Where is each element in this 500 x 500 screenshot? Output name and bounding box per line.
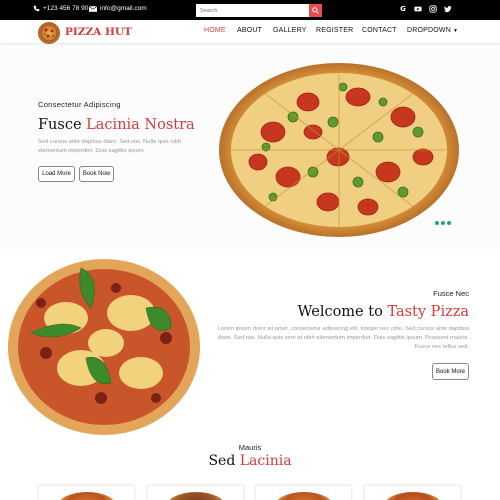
phone-contact[interactable]: +123 456 78 90 <box>33 5 88 12</box>
menu-card[interactable] <box>38 485 135 500</box>
nav-item-about[interactable]: ABOUT <box>237 27 262 34</box>
nav-item-register[interactable]: REGISTER <box>316 27 353 34</box>
slider-dots <box>435 221 451 225</box>
hero-title: Fusce Lacinia Nostra <box>38 117 195 133</box>
section-title-plain: Sed <box>208 453 240 469</box>
book-now-button[interactable]: Book Now <box>79 166 114 182</box>
hero-title-accent: Lacinia Nostra <box>86 117 195 133</box>
envelope-icon <box>89 5 97 12</box>
social-links: G <box>399 5 452 13</box>
search-icon <box>312 7 319 14</box>
caret-down-icon: ▼ <box>453 28 459 34</box>
nav-item-gallery[interactable]: GALLERY <box>273 27 307 34</box>
hero-kicker: Consectetur Adipiscing <box>38 100 121 109</box>
load-more-button[interactable]: Load More <box>38 166 75 182</box>
pizza-logo-icon[interactable] <box>38 22 60 44</box>
welcome-description: Lorem ipsum dolor sit amet, consectetur … <box>217 326 469 350</box>
welcome-title: Welcome to Tasty Pizza <box>298 304 469 320</box>
welcome-kicker: Fusce Nec <box>433 289 469 298</box>
hero-title-plain: Fusce <box>38 117 87 133</box>
search-bar <box>196 4 322 17</box>
nav-item-dropdown[interactable]: DROPDOWN ▼ <box>407 27 458 34</box>
brand-name[interactable]: PIZZA HUT <box>65 26 132 38</box>
menu-card[interactable] <box>147 485 244 500</box>
phone-icon <box>33 5 40 12</box>
pizza-thumbnail <box>57 492 117 500</box>
search-button[interactable] <box>309 4 322 17</box>
google-icon[interactable]: G <box>399 5 407 13</box>
margherita-pizza-image <box>8 259 200 435</box>
top-bar: +123 456 78 90 info@gmail.com G <box>0 0 500 20</box>
pizza-thumbnail <box>274 492 334 500</box>
email-address: info@gmail.com <box>100 5 147 12</box>
menu-card[interactable] <box>364 485 461 500</box>
nav-item-home[interactable]: HOME <box>204 27 226 34</box>
instagram-icon[interactable] <box>429 5 437 13</box>
slider-dot[interactable] <box>447 221 451 225</box>
section-title: Sed Lacinia <box>0 453 500 469</box>
main-navbar: PIZZA HUT HOME ABOUT GALLERY REGISTER CO… <box>0 20 500 44</box>
search-input[interactable] <box>196 4 309 17</box>
welcome-title-plain: Welcome to <box>297 304 388 320</box>
email-contact[interactable]: info@gmail.com <box>89 5 147 12</box>
hero-description: Sed cursus ante dapibus diam. Sed nisi. … <box>38 139 182 154</box>
pizza-thumbnail <box>383 492 443 500</box>
youtube-icon[interactable] <box>414 5 422 13</box>
nav-item-contact[interactable]: CONTACT <box>362 27 397 34</box>
phone-number: +123 456 78 90 <box>43 5 89 12</box>
pepperoni-pizza-image <box>219 63 459 237</box>
section-kicker: Mauris <box>238 443 262 452</box>
menu-card[interactable] <box>255 485 352 500</box>
slider-dot[interactable] <box>441 221 445 225</box>
section-title-accent: Lacinia <box>239 453 292 469</box>
pizza-thumbnail <box>166 492 226 500</box>
dropdown-label: DROPDOWN <box>407 27 451 34</box>
book-more-button[interactable]: Book More <box>432 363 469 380</box>
welcome-title-accent: Tasty Pizza <box>387 304 469 320</box>
twitter-icon[interactable] <box>444 5 452 13</box>
slider-dot[interactable] <box>435 221 439 225</box>
